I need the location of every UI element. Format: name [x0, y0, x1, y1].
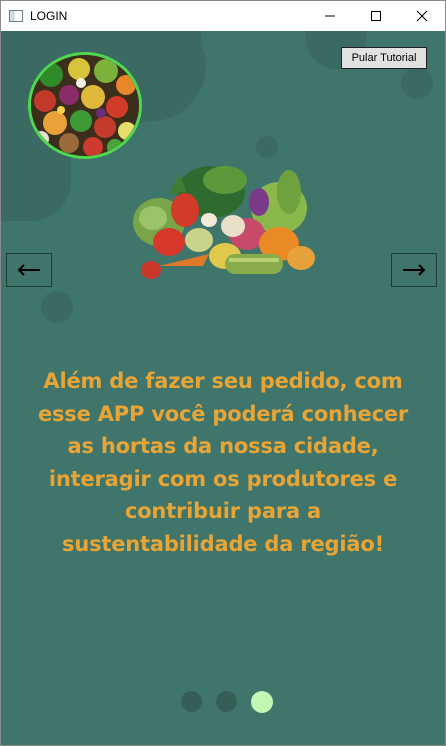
next-button[interactable]: [391, 253, 437, 287]
maximize-icon: [371, 11, 381, 21]
close-button[interactable]: [399, 1, 445, 31]
background-blob: [256, 136, 278, 158]
vegetables-logo-art: [31, 55, 139, 156]
page-dot-1[interactable]: [181, 691, 202, 712]
title-bar[interactable]: LOGIN: [1, 1, 445, 31]
app-icon: [9, 10, 23, 22]
page-dot-2[interactable]: [216, 691, 237, 712]
arrow-left-icon: [17, 264, 40, 276]
vegetables-logo: [28, 52, 142, 159]
window-title: LOGIN: [30, 9, 68, 23]
close-icon: [416, 10, 428, 22]
vegetables-illustration: [129, 162, 321, 286]
vegetables-illustration-art: [133, 166, 315, 279]
minimize-button[interactable]: [307, 1, 353, 31]
previous-button[interactable]: [6, 253, 52, 287]
background-blob: [401, 67, 433, 99]
tutorial-screen: Pular Tutorial Além de fazer seu pedido,…: [1, 31, 445, 745]
background-blob: [41, 291, 73, 323]
skip-tutorial-button[interactable]: Pular Tutorial: [341, 47, 427, 69]
page-dot-3-active[interactable]: [251, 691, 273, 713]
maximize-button[interactable]: [353, 1, 399, 31]
minimize-icon: [325, 15, 335, 17]
tutorial-message: Além de fazer seu pedido, com esse APP v…: [37, 369, 409, 556]
arrow-right-icon: [403, 264, 426, 276]
app-window: LOGIN Pular Tutorial Além de fazer seu p…: [0, 0, 446, 746]
